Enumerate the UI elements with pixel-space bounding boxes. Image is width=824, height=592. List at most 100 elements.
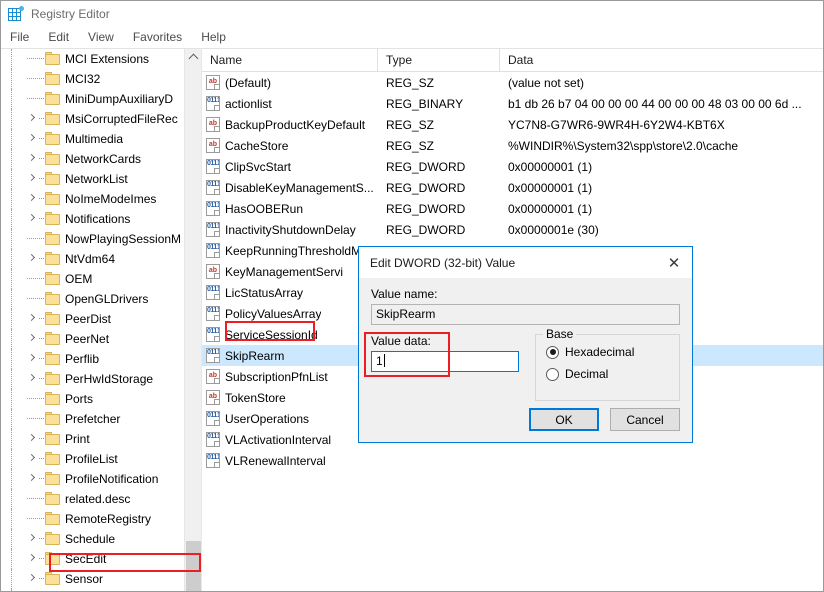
chevron-right-icon[interactable] [28,474,37,483]
chevron-right-icon[interactable] [28,454,37,463]
table-row[interactable]: abCacheStoreREG_SZ%WINDIR%\System32\spp\… [202,135,823,156]
folder-icon [45,572,60,585]
folder-icon [45,372,60,385]
tree-item-perhwidstorage[interactable]: PerHwIdStorage [1,369,201,389]
menu-help[interactable]: Help [199,28,235,46]
tree-item-profilelist[interactable]: ProfileList [1,449,201,469]
folder-icon [45,432,60,445]
table-row[interactable]: 011 110actionlistREG_BINARYb1 db 26 b7 0… [202,93,823,114]
menu-favorites[interactable]: Favorites [131,28,191,46]
radio-hexadecimal[interactable]: Hexadecimal [546,341,671,363]
tree-guide-line [11,589,13,591]
chevron-right-icon[interactable] [28,554,37,563]
chevron-right-icon[interactable] [28,354,37,363]
value-name-text: VLActivationInterval [225,433,331,447]
values-header-row: Name Type Data [202,49,823,72]
value-data-input[interactable]: 1 [371,351,519,372]
radio-decimal[interactable]: Decimal [546,363,671,385]
column-header-name[interactable]: Name [202,49,378,71]
tree-item-secedit[interactable]: SecEdit [1,549,201,569]
tree-item-multimedia[interactable]: Multimedia [1,129,201,149]
dialog-buttons: OK Cancel [529,408,680,431]
tree-item-ntvdm64[interactable]: NtVdm64 [1,249,201,269]
tree-item-remoteregistry[interactable]: RemoteRegistry [1,509,201,529]
value-name-cell: 011 110LicStatusArray [202,285,378,300]
column-header-type[interactable]: Type [378,49,500,71]
tree-item-networkcards[interactable]: NetworkCards [1,149,201,169]
chevron-right-icon[interactable] [28,534,37,543]
tree-item-sensor[interactable]: Sensor [1,569,201,589]
scroll-up-icon[interactable] [185,49,202,66]
string-value-icon: ab [206,138,220,153]
table-row[interactable]: 011 110HasOOBERunREG_DWORD0x00000001 (1) [202,198,823,219]
tree-item-label: PeerDist [65,309,111,329]
value-type-cell: REG_DWORD [378,223,500,237]
dialog-title: Edit DWORD (32-bit) Value [370,256,656,270]
tree-item-peernet[interactable]: PeerNet [1,329,201,349]
tree-item-setup[interactable]: setup [1,589,201,591]
column-header-data[interactable]: Data [500,49,823,71]
tree-item-ports[interactable]: Ports [1,389,201,409]
value-name-text: SubscriptionPfnList [225,370,328,384]
folder-icon [45,492,60,505]
table-row[interactable]: 011 110ClipSvcStartREG_DWORD0x00000001 (… [202,156,823,177]
tree-item-networklist[interactable]: NetworkList [1,169,201,189]
tree-item-noimemodeimes[interactable]: NoImeModeImes [1,189,201,209]
tree-item-label: MsiCorruptedFileRec [65,109,178,129]
menu-edit[interactable]: Edit [46,28,78,46]
chevron-right-icon[interactable] [28,334,37,343]
tree-item-schedule[interactable]: Schedule [1,529,201,549]
table-row[interactable]: 011 110DisableKeyManagementS...REG_DWORD… [202,177,823,198]
chevron-right-icon[interactable] [28,434,37,443]
cancel-button[interactable]: Cancel [610,408,680,431]
tree-scrollbar[interactable] [184,49,201,591]
table-row[interactable]: ab(Default)REG_SZ(value not set) [202,72,823,93]
folder-icon [45,212,60,225]
tree-guide-line [11,369,13,389]
tree-item-profilenotification[interactable]: ProfileNotification [1,469,201,489]
tree-item-nowplayingsessionm[interactable]: NowPlayingSessionM [1,229,201,249]
tree-item-mci-extensions[interactable]: MCI Extensions [1,49,201,69]
tree-item-print[interactable]: Print [1,429,201,449]
menu-file[interactable]: File [8,28,38,46]
chevron-right-icon[interactable] [28,314,37,323]
tree-item-opengldrivers[interactable]: OpenGLDrivers [1,289,201,309]
tree-item-label: ProfileList [65,449,118,469]
value-name-input[interactable]: SkipRearm [371,304,680,325]
tree-item-prefetcher[interactable]: Prefetcher [1,409,201,429]
table-row[interactable]: 011 110InactivityShutdownDelayREG_DWORD0… [202,219,823,240]
tree-guide-line [11,49,13,69]
chevron-right-icon[interactable] [28,254,37,263]
chevron-right-icon[interactable] [28,214,37,223]
value-data-label: Value data: [371,334,519,348]
chevron-right-icon[interactable] [28,374,37,383]
value-data-cell: %WINDIR%\System32\spp\store\2.0\cache [500,139,823,153]
chevron-right-icon[interactable] [28,154,37,163]
tree-guide-line [11,349,13,369]
tree-item-notifications[interactable]: Notifications [1,209,201,229]
registry-tree[interactable]: MCI ExtensionsMCI32MiniDumpAuxiliaryDMsi… [1,49,201,591]
menu-view[interactable]: View [86,28,123,46]
chevron-right-icon[interactable] [28,574,37,583]
tree-item-minidumpauxiliaryd[interactable]: MiniDumpAuxiliaryD [1,89,201,109]
tree-scrollbar-thumb[interactable] [186,541,201,591]
tree-guide-line [11,269,13,289]
chevron-right-icon[interactable] [28,174,37,183]
tree-item-oem[interactable]: OEM [1,269,201,289]
tree-guide-line [11,309,13,329]
chevron-right-icon[interactable] [28,134,37,143]
ok-button[interactable]: OK [529,408,599,431]
tree-item-related-desc[interactable]: related.desc [1,489,201,509]
tree-item-label: MCI Extensions [65,49,149,69]
tree-item-peerdist[interactable]: PeerDist [1,309,201,329]
tree-item-mci32[interactable]: MCI32 [1,69,201,89]
tree-item-msicorruptedfilerec[interactable]: MsiCorruptedFileRec [1,109,201,129]
binary-value-icon: 011 110 [206,411,220,426]
tree-item-perflib[interactable]: Perflib [1,349,201,369]
table-row[interactable]: 011 110VLRenewalInterval [202,450,823,471]
chevron-right-icon[interactable] [28,194,37,203]
close-icon[interactable]: ✕ [656,248,692,278]
value-name-text: KeepRunningThresholdM... [225,244,371,258]
chevron-right-icon[interactable] [28,114,37,123]
table-row[interactable]: abBackupProductKeyDefaultREG_SZYC7N8-G7W… [202,114,823,135]
